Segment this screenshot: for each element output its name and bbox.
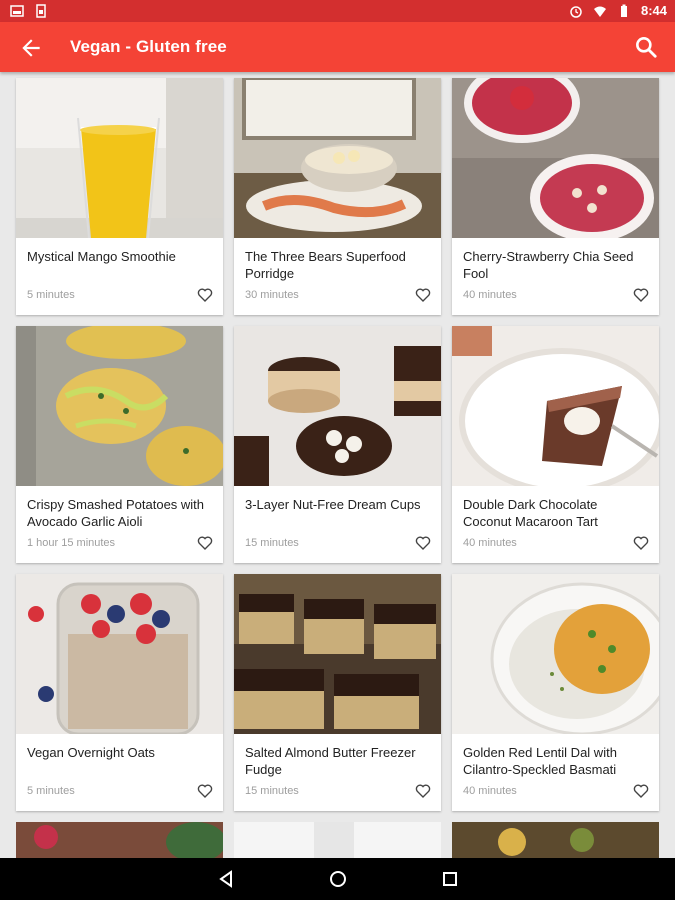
wifi-icon	[593, 6, 606, 17]
recipe-card-partial[interactable]	[16, 822, 223, 858]
page-title: Vegan - Gluten free	[70, 37, 227, 56]
recipe-time: 40 minutes	[463, 537, 517, 549]
home-circle-icon[interactable]	[328, 869, 348, 889]
heart-icon[interactable]	[633, 783, 649, 799]
heart-icon[interactable]	[197, 535, 213, 551]
heart-icon[interactable]	[633, 287, 649, 303]
recipe-card[interactable]: Golden Red Lentil Dal with Cilantro-Spec…	[452, 574, 659, 811]
recipe-time: 40 minutes	[463, 785, 517, 797]
recipe-time: 40 minutes	[463, 289, 517, 301]
battery-icon	[620, 4, 627, 17]
app-bar: Vegan - Gluten free	[0, 22, 675, 72]
recipe-time: 15 minutes	[245, 785, 299, 797]
recipe-photo	[234, 78, 441, 238]
heart-icon[interactable]	[197, 287, 213, 303]
recipe-title: Crispy Smashed Potatoes with Avocado Gar…	[27, 497, 205, 529]
sim-icon	[36, 4, 46, 18]
recipe-photo	[234, 326, 441, 486]
recipe-card[interactable]: Vegan Overnight Oats 5 minutes	[16, 574, 223, 811]
recipe-grid-next-row	[16, 822, 661, 858]
heart-icon[interactable]	[633, 535, 649, 551]
recipe-time: 5 minutes	[27, 289, 75, 301]
recipe-photo	[452, 78, 659, 238]
recipe-photo	[16, 574, 223, 734]
alarm-icon	[570, 6, 582, 18]
status-bar: 8:44	[0, 0, 675, 22]
arrow-back-icon[interactable]	[18, 35, 44, 61]
recipe-title: Mystical Mango Smoothie	[27, 249, 176, 264]
recipe-title: Salted Almond Butter Freezer Fudge	[245, 745, 416, 777]
recipe-title: Vegan Overnight Oats	[27, 745, 155, 760]
recipe-title: Cherry-Strawberry Chia Seed Fool	[463, 249, 634, 281]
recipe-time: 30 minutes	[245, 289, 299, 301]
recipe-title: Double Dark Chocolate Coconut Macaroon T…	[463, 497, 598, 529]
recipe-card[interactable]: 3-Layer Nut-Free Dream Cups 15 minutes	[234, 326, 441, 563]
search-icon[interactable]	[633, 34, 659, 60]
recipe-card-partial[interactable]	[452, 822, 659, 858]
recipe-card[interactable]: The Three Bears Superfood Porridge 30 mi…	[234, 78, 441, 315]
navigation-bar	[0, 858, 675, 900]
recents-square-icon[interactable]	[440, 869, 460, 889]
recipe-title: Golden Red Lentil Dal with Cilantro-Spec…	[463, 745, 617, 777]
heart-icon[interactable]	[415, 287, 431, 303]
recipe-card[interactable]: Cherry-Strawberry Chia Seed Fool 40 minu…	[452, 78, 659, 315]
image-icon	[10, 5, 24, 17]
recipe-photo	[452, 326, 659, 486]
heart-icon[interactable]	[415, 535, 431, 551]
recipe-card[interactable]: Salted Almond Butter Freezer Fudge 15 mi…	[234, 574, 441, 811]
back-triangle-icon[interactable]	[216, 869, 236, 889]
recipe-photo	[452, 574, 659, 734]
recipe-photo	[16, 78, 223, 238]
status-time: 8:44	[640, 3, 667, 18]
recipe-card[interactable]: Mystical Mango Smoothie 5 minutes	[16, 78, 223, 315]
recipe-time: 1 hour 15 minutes	[27, 537, 116, 549]
recipe-card[interactable]: Crispy Smashed Potatoes with Avocado Gar…	[16, 326, 223, 563]
recipe-photo	[16, 326, 223, 486]
recipe-title: 3-Layer Nut-Free Dream Cups	[245, 497, 421, 512]
recipe-time: 5 minutes	[27, 785, 75, 797]
recipe-time: 15 minutes	[245, 537, 299, 549]
recipe-photo	[234, 574, 441, 734]
recipe-grid: Mystical Mango Smoothie 5 minutes The Th…	[16, 78, 661, 811]
recipe-title: The Three Bears Superfood Porridge	[245, 249, 406, 281]
heart-icon[interactable]	[197, 783, 213, 799]
recipe-card-partial[interactable]	[234, 822, 441, 858]
heart-icon[interactable]	[415, 783, 431, 799]
recipe-card[interactable]: Double Dark Chocolate Coconut Macaroon T…	[452, 326, 659, 563]
